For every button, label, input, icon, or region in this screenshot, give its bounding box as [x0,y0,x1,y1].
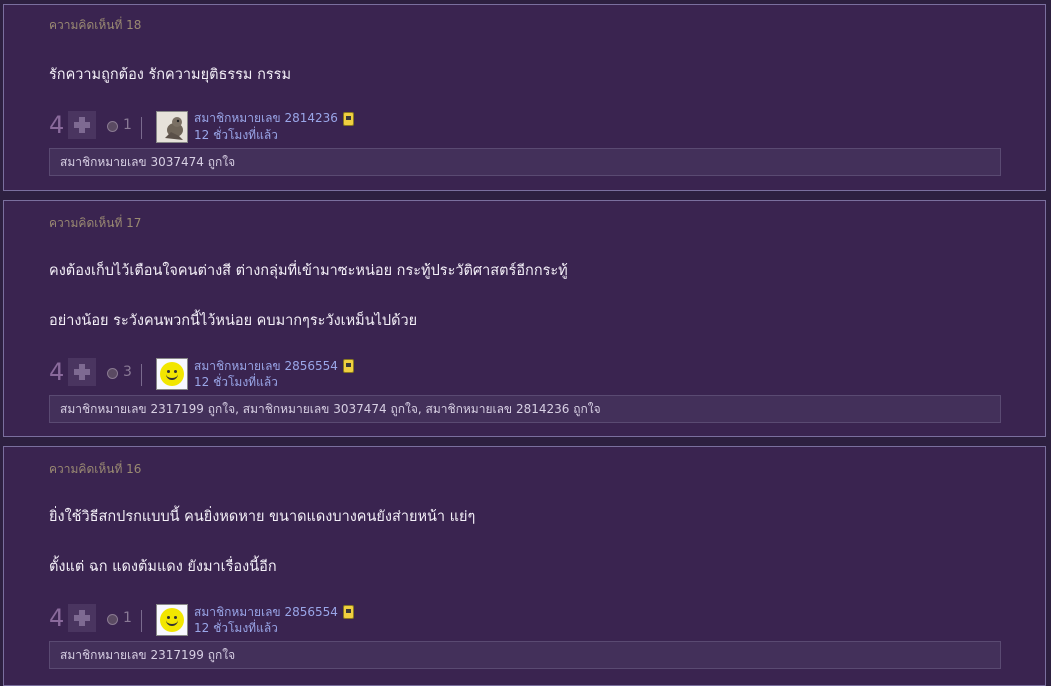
vote-count: 4 [49,111,65,139]
vote-count: 4 [49,358,65,386]
post-time: 12 ชั่วโมงที่แล้ว [194,621,278,635]
likes-bar: สมาชิกหมายเลข 2317199 ถูกใจ, สมาชิกหมายเ… [49,395,1001,423]
avatar[interactable] [156,111,188,143]
likes-bar: สมาชิกหมายเลข 3037474 ถูกใจ [49,148,1001,176]
avatar[interactable] [156,358,188,390]
plus-vote-button[interactable] [68,358,96,386]
plus-vote-button[interactable] [68,111,96,139]
avatar[interactable] [156,604,188,636]
comment-text-line: รักความถูกต้อง รักความยุติธรรม กรรม [49,67,292,83]
comment-card: ความคิดเห็นที่ 17 คงต้องเก็บไว้เตือนใจคน… [3,200,1046,437]
comment-text-line: ตั้งแต่ ฉก แดงต้มแดง ยังมาเรื่องนี้อีก [49,559,277,575]
emotion-icon[interactable] [107,368,118,379]
emotion-icon[interactable] [107,121,118,132]
member-badge-icon [343,605,354,619]
smiley-icon [160,362,184,386]
cat-photo-icon [157,112,187,142]
member-badge-icon [343,112,354,126]
smiley-icon [160,608,184,632]
emotion-count: 1 [123,610,132,626]
post-time: 12 ชั่วโมงที่แล้ว [194,375,278,389]
post-time: 12 ชั่วโมงที่แล้ว [194,128,278,142]
comment-number: ความคิดเห็นที่ 18 [49,18,142,32]
comment-card: ความคิดเห็นที่ 18 รักความถูกต้อง รักความ… [3,4,1046,191]
comment-text-line: คงต้องเก็บไว้เตือนใจคนต่างสี ต่างกลุ่มที… [49,263,568,279]
comment-number: ความคิดเห็นที่ 17 [49,216,142,230]
divider [141,364,142,386]
comment-text-line: อย่างน้อย ระวังคนพวกนี้ไว้หน่อย คบมากๆระ… [49,313,418,329]
vote-count: 4 [49,604,65,632]
divider [141,610,142,632]
comment-text-line: ยิ่งใช้วิธีสกปรกแบบนี้ คนยิ่งหดหาย ขนาดแ… [49,509,476,525]
plus-vote-button[interactable] [68,604,96,632]
emotion-count: 3 [123,364,132,380]
emotion-icon[interactable] [107,614,118,625]
emotion-count: 1 [123,117,132,133]
comment-card: ความคิดเห็นที่ 16 ยิ่งใช้วิธีสกปรกแบบนี้… [3,446,1046,686]
comment-number: ความคิดเห็นที่ 16 [49,462,142,476]
divider [141,117,142,139]
member-badge-icon [343,359,354,373]
likes-bar: สมาชิกหมายเลข 2317199 ถูกใจ [49,641,1001,669]
